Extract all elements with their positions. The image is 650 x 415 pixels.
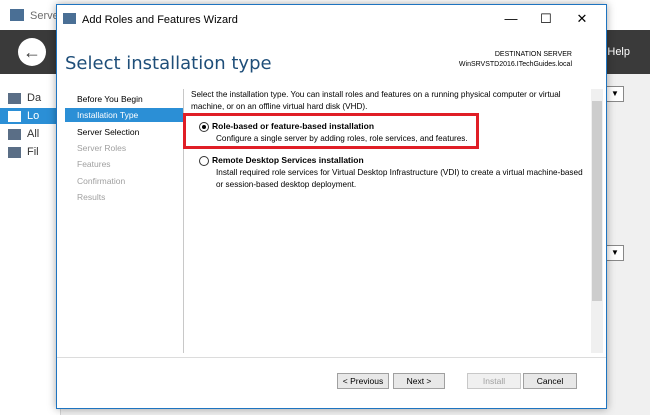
previous-button[interactable]: < Previous [337, 373, 389, 389]
intro-text: Select the installation type. You can in… [191, 90, 561, 111]
step-server-roles: Server Roles [77, 143, 127, 153]
server-manager-title: Serve [30, 10, 59, 22]
scrollbar-thumb[interactable] [592, 101, 602, 301]
page-title: Select installation type [65, 53, 272, 74]
remote-desktop-title[interactable]: Remote Desktop Services installation [212, 155, 364, 165]
highlight-box [183, 113, 479, 149]
minimize-button[interactable]: — [496, 9, 526, 29]
chevron-down-icon[interactable]: ▼ [606, 86, 624, 102]
wizard-app-icon [63, 13, 76, 24]
help-menu[interactable]: Help [607, 46, 630, 58]
back-arrow-icon[interactable]: ← [18, 38, 46, 66]
sidebar-item-local-server[interactable]: Lo [0, 108, 60, 124]
step-results: Results [77, 192, 106, 202]
remote-desktop-radio[interactable] [199, 156, 209, 166]
next-button[interactable]: Next > [393, 373, 445, 389]
wizard-title: Add Roles and Features Wizard [82, 14, 238, 26]
wizard-steps-nav: Before You Begin Installation Type Serve… [65, 89, 183, 349]
install-button: Install [467, 373, 521, 389]
sidebar-item-label: Da [27, 92, 42, 104]
remote-desktop-description: Install required role services for Virtu… [216, 168, 583, 189]
step-installation-type[interactable]: Installation Type [65, 108, 183, 122]
add-roles-wizard-window: Add Roles and Features Wizard — ☐ ✕ Sele… [56, 4, 607, 409]
dashboard-icon [8, 92, 21, 104]
step-features: Features [77, 159, 111, 169]
destination-server-value: WinSRVSTD2016.ITechGuides.local [458, 61, 572, 68]
sidebar-item-file-services[interactable]: Fil [8, 144, 39, 160]
destination-server-label: DESTINATION SERVER [494, 51, 572, 58]
sidebar-item-all-servers[interactable]: All [8, 126, 39, 142]
close-button[interactable]: ✕ [567, 9, 597, 29]
maximize-button[interactable]: ☐ [531, 9, 561, 29]
file-services-icon [8, 146, 21, 158]
server-icon [8, 110, 21, 122]
step-before-you-begin[interactable]: Before You Begin [65, 92, 183, 106]
step-server-selection[interactable]: Server Selection [65, 125, 183, 139]
sidebar-item-label: Fil [27, 146, 39, 158]
servers-icon [8, 128, 21, 140]
sidebar-item-label: All [27, 128, 40, 140]
sidebar-item-dashboard[interactable]: Da [8, 90, 41, 106]
server-manager-sidebar: Da Lo All Fil [0, 74, 61, 415]
server-manager-app-icon [10, 9, 24, 21]
step-confirmation: Confirmation [77, 176, 126, 186]
cancel-button[interactable]: Cancel [523, 373, 577, 389]
content-scrollbar[interactable] [591, 89, 603, 353]
chevron-down-icon[interactable]: ▼ [606, 245, 624, 261]
wizard-titlebar[interactable]: Add Roles and Features Wizard — ☐ ✕ [57, 5, 606, 33]
sidebar-item-label: Lo [27, 110, 40, 122]
wizard-header: Select installation type DESTINATION SER… [57, 33, 606, 85]
footer-divider [57, 357, 606, 358]
